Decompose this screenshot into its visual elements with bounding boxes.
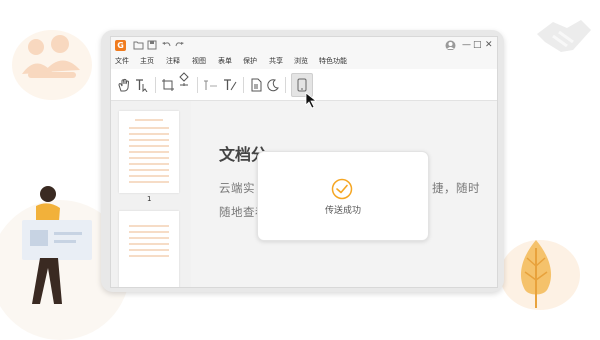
thumbnail-line xyxy=(129,145,169,147)
crop-icon[interactable] xyxy=(161,78,175,92)
toolbar-separator xyxy=(285,77,286,93)
thumbnail-line xyxy=(129,127,169,129)
check-circle-icon xyxy=(331,178,353,200)
thumbnail-line xyxy=(129,249,169,251)
menu-bar: 文件 主页 注释 视图 表单 保护 共享 浏览 特色功能 xyxy=(111,54,497,69)
toast-message: 传送成功 xyxy=(324,206,361,216)
shapes-icon[interactable] xyxy=(177,72,191,86)
team-icon xyxy=(22,35,80,78)
moon-icon[interactable] xyxy=(266,78,280,92)
typewriter-icon[interactable] xyxy=(223,78,237,92)
thumbnail-line xyxy=(129,163,169,165)
page-thumbnail[interactable] xyxy=(119,111,179,193)
menu-features[interactable]: 特色功能 xyxy=(319,56,347,67)
thumbnail-line xyxy=(129,133,169,135)
thumbnail-line xyxy=(129,181,169,183)
menu-file[interactable]: 文件 xyxy=(115,56,129,67)
minimize-button[interactable]: — xyxy=(462,40,471,51)
menu-share[interactable]: 共享 xyxy=(269,56,283,67)
mouse-cursor-icon xyxy=(305,92,318,109)
thumbnail-line xyxy=(129,255,169,257)
thumbnail-line xyxy=(129,175,169,177)
redo-icon[interactable] xyxy=(174,40,185,50)
thumbnail-line xyxy=(135,119,163,121)
thumbnail-line xyxy=(129,231,169,233)
page-number-label: 1 xyxy=(147,195,152,203)
thumbnail-panel: 1 xyxy=(111,101,191,287)
toolbar-separator xyxy=(155,77,156,93)
phone-icon xyxy=(297,78,307,92)
open-folder-icon[interactable] xyxy=(133,40,144,50)
thumbnail-line xyxy=(129,237,169,239)
undo-icon[interactable] xyxy=(161,40,172,50)
save-icon[interactable] xyxy=(147,40,158,50)
thumbnail-line xyxy=(129,151,169,153)
close-button[interactable]: ✕ xyxy=(485,40,493,51)
menu-home[interactable]: 主页 xyxy=(140,56,154,67)
person-illustration xyxy=(22,186,92,304)
toolbar-separator xyxy=(243,77,244,93)
thumbnail-line xyxy=(129,169,169,171)
menu-form[interactable]: 表单 xyxy=(218,56,232,67)
text-field-icon[interactable] xyxy=(203,78,217,92)
document-text-line: 捷，随时 xyxy=(432,181,480,195)
maximize-button[interactable]: □ xyxy=(473,40,482,51)
user-avatar-icon[interactable] xyxy=(445,40,456,50)
success-toast: 传送成功 xyxy=(257,151,429,241)
thumbnail-line xyxy=(129,139,169,141)
menu-protect[interactable]: 保护 xyxy=(243,56,257,67)
page-icon[interactable] xyxy=(249,78,263,92)
menu-comment[interactable]: 注释 xyxy=(166,56,180,67)
menu-view[interactable]: 视图 xyxy=(192,56,206,67)
thumbnail-line xyxy=(129,157,169,159)
page-thumbnail[interactable] xyxy=(119,211,179,287)
toolbar-separator xyxy=(197,77,198,93)
handshake-icon xyxy=(537,20,591,52)
thumbnail-line xyxy=(129,243,169,245)
toolbar xyxy=(111,69,497,101)
thumbnail-line xyxy=(129,225,169,227)
hand-icon[interactable] xyxy=(117,78,131,92)
document-text-line: 云端实 xyxy=(219,181,255,195)
title-bar: G — □ ✕ xyxy=(111,37,497,54)
app-logo: G xyxy=(115,40,126,51)
plant-icon xyxy=(520,240,552,308)
select-text-icon[interactable] xyxy=(135,78,149,92)
menu-browse[interactable]: 浏览 xyxy=(294,56,308,67)
